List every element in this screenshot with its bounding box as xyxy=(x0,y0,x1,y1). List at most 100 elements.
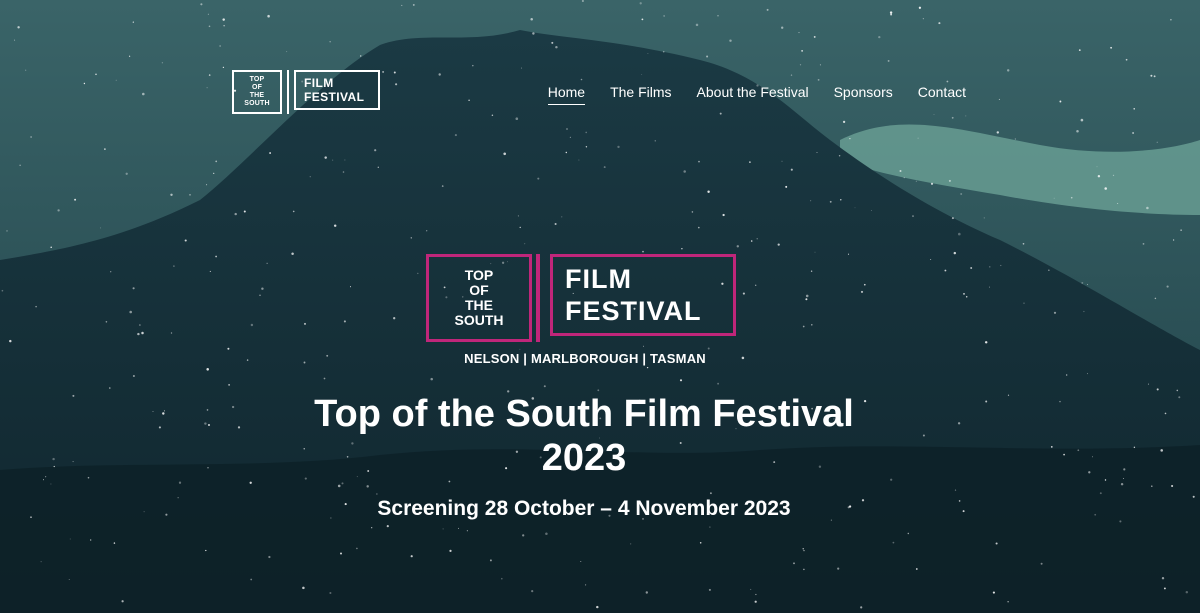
star xyxy=(1087,284,1089,286)
star xyxy=(817,78,820,81)
star xyxy=(1117,203,1119,205)
star xyxy=(386,525,389,528)
star xyxy=(801,50,803,52)
star xyxy=(1110,46,1113,49)
star xyxy=(489,559,492,562)
star xyxy=(581,0,584,3)
star xyxy=(944,269,947,272)
star xyxy=(158,426,161,429)
nav-link-contact[interactable]: Contact xyxy=(918,84,966,105)
star xyxy=(206,184,208,186)
star xyxy=(707,347,710,350)
star xyxy=(603,166,606,169)
star xyxy=(1119,520,1122,523)
star xyxy=(349,286,352,288)
star xyxy=(803,549,805,552)
star xyxy=(1142,243,1145,245)
star xyxy=(6,230,8,232)
star xyxy=(1170,18,1172,21)
star xyxy=(918,6,922,9)
star xyxy=(810,200,812,202)
star xyxy=(951,116,954,119)
star xyxy=(1022,242,1025,245)
logo-text: OF xyxy=(251,84,263,91)
star xyxy=(899,170,902,172)
star xyxy=(83,82,86,85)
star xyxy=(708,588,711,591)
star xyxy=(125,172,128,175)
festival-logo-text: TOP xyxy=(464,267,494,283)
star xyxy=(1150,74,1153,77)
logo-left-box: TOP OF THE SOUTH xyxy=(232,70,282,114)
star xyxy=(597,389,600,392)
star xyxy=(960,193,963,195)
star xyxy=(1123,478,1124,480)
star xyxy=(870,210,872,211)
star xyxy=(816,151,818,153)
star xyxy=(50,246,52,249)
star xyxy=(53,465,55,468)
star xyxy=(777,243,780,246)
nav-link-home[interactable]: Home xyxy=(547,84,586,105)
star xyxy=(472,64,474,67)
star xyxy=(132,374,135,378)
star xyxy=(1146,206,1149,210)
festival-logo-right-box: FILM FESTIVAL xyxy=(550,254,736,336)
star xyxy=(412,3,415,6)
star xyxy=(1070,196,1073,199)
star xyxy=(87,476,90,479)
star xyxy=(524,243,526,245)
star xyxy=(585,584,587,586)
star xyxy=(750,240,753,242)
star xyxy=(515,117,519,120)
star xyxy=(458,527,460,529)
star xyxy=(74,198,77,201)
star xyxy=(585,131,588,134)
star xyxy=(1,289,4,292)
star xyxy=(555,45,558,49)
star xyxy=(1120,482,1124,486)
star xyxy=(374,149,377,152)
nav-link-sponsors[interactable]: Sponsors xyxy=(834,84,893,105)
star xyxy=(766,8,769,11)
star xyxy=(1048,269,1050,271)
star xyxy=(569,136,572,139)
star xyxy=(1172,239,1175,241)
star xyxy=(442,528,444,530)
star xyxy=(466,530,468,532)
star xyxy=(19,164,21,166)
star xyxy=(643,345,644,347)
star xyxy=(1161,576,1165,580)
star xyxy=(798,32,800,34)
star xyxy=(683,170,686,173)
star xyxy=(417,272,419,275)
nav-link-about-the-festival[interactable]: About the Festival xyxy=(697,84,809,105)
star xyxy=(863,283,866,286)
star xyxy=(707,190,710,194)
star xyxy=(699,542,702,544)
star xyxy=(209,270,211,272)
star xyxy=(842,120,846,124)
star xyxy=(965,296,968,298)
star xyxy=(561,216,563,218)
star xyxy=(742,292,745,295)
star xyxy=(329,591,332,595)
nav-link-the-films[interactable]: The Films xyxy=(610,84,671,105)
star xyxy=(813,35,816,38)
star xyxy=(578,159,580,161)
star xyxy=(722,213,725,217)
star xyxy=(554,222,557,226)
star xyxy=(243,210,246,213)
star xyxy=(1123,468,1126,471)
star xyxy=(995,542,998,545)
festival-logo: TOP OF THE SOUTH FILM FESTIVAL xyxy=(426,254,742,342)
star xyxy=(222,18,225,21)
star xyxy=(259,294,261,296)
star xyxy=(1006,69,1010,72)
site-logo-link[interactable]: TOP OF THE SOUTH FILM FESTIVAL xyxy=(232,70,380,114)
star xyxy=(448,480,451,483)
logo-text: FESTIVAL xyxy=(304,90,365,104)
star xyxy=(189,194,191,196)
star xyxy=(811,324,813,326)
star xyxy=(1007,601,1009,603)
